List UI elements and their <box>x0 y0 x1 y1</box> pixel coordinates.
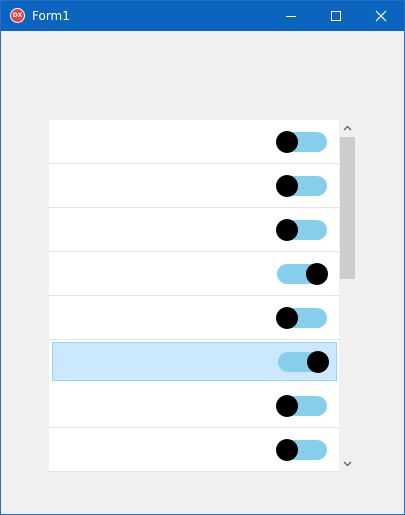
minimize-icon <box>286 16 296 17</box>
close-button[interactable] <box>359 1 404 31</box>
list-item[interactable] <box>49 384 339 428</box>
toggle-switch[interactable] <box>276 131 327 153</box>
window-title: Form1 <box>32 9 70 23</box>
scroll-down-button[interactable] <box>339 455 356 472</box>
chevron-down-icon <box>343 461 352 467</box>
toggle-knob <box>307 351 329 373</box>
toggle-listbox[interactable] <box>49 120 356 472</box>
toggle-switch[interactable] <box>276 307 327 329</box>
toggle-knob <box>276 219 298 241</box>
toggle-knob <box>276 175 298 197</box>
toggle-switch[interactable] <box>278 351 329 373</box>
list-item[interactable] <box>52 342 337 381</box>
toggle-knob <box>276 131 298 153</box>
toggle-switch[interactable] <box>276 395 327 417</box>
toggle-knob <box>276 307 298 329</box>
list-item[interactable] <box>49 120 339 164</box>
devexpress-logo-icon: DX <box>10 8 25 23</box>
chevron-up-icon <box>343 125 352 131</box>
title-bar[interactable]: DX Form1 <box>1 1 404 31</box>
list-item[interactable] <box>49 208 339 252</box>
maximize-icon <box>331 11 341 21</box>
toggle-switch[interactable] <box>276 219 327 241</box>
close-icon <box>375 10 387 22</box>
maximize-button[interactable] <box>313 1 358 31</box>
minimize-button[interactable] <box>268 1 313 31</box>
form-window: DX Form1 <box>0 0 405 515</box>
toggle-knob <box>276 439 298 461</box>
scroll-up-button[interactable] <box>339 120 356 137</box>
vertical-scrollbar[interactable] <box>339 120 356 472</box>
scroll-thumb[interactable] <box>340 137 355 279</box>
toggle-switch[interactable] <box>276 175 327 197</box>
list-item[interactable] <box>49 296 339 340</box>
list-item[interactable] <box>49 164 339 208</box>
toggle-switch[interactable] <box>276 439 327 461</box>
toggle-switch[interactable] <box>277 263 328 285</box>
list-item[interactable] <box>49 252 339 296</box>
toggle-knob <box>306 263 328 285</box>
toggle-knob <box>276 395 298 417</box>
list-item[interactable] <box>49 428 339 472</box>
